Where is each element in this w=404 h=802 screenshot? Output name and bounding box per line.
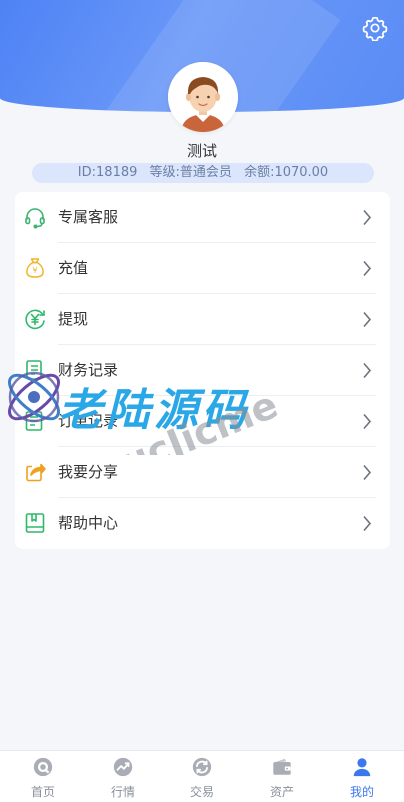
tab-trade[interactable]: 交易	[162, 751, 242, 802]
svg-text:¥: ¥	[32, 266, 37, 275]
yuan-withdraw-icon	[25, 309, 45, 330]
home-icon	[33, 757, 53, 777]
tab-label: 首页	[30, 785, 55, 799]
tab-assets[interactable]: 资产	[242, 751, 322, 802]
chevron-right-icon	[363, 413, 372, 430]
user-icon	[353, 758, 371, 777]
menu-label: 专属客服	[58, 208, 119, 226]
menu-card: 专属客服 ¥ 充值 提现 财务记录 订单记录 我要分享 帮助中心	[15, 192, 390, 549]
balance: 余额:1070.00	[244, 165, 329, 180]
tab-home[interactable]: 首页	[3, 751, 83, 802]
trend-icon	[113, 757, 133, 777]
menu-item-recharge[interactable]: ¥ 充值	[15, 243, 390, 294]
menu-label: 帮助中心	[58, 514, 119, 532]
user-id: ID:18189	[77, 165, 138, 180]
menu-label: 订单记录	[58, 412, 119, 430]
wallet-icon	[273, 758, 291, 775]
menu-item-finance-records[interactable]: 财务记录	[15, 345, 390, 396]
chevron-right-icon	[363, 515, 372, 532]
tab-mine[interactable]: 我的	[322, 751, 402, 802]
exchange-icon	[192, 757, 212, 777]
nickname: 测试	[186, 142, 217, 160]
member-level: 等级:普通会员	[149, 165, 232, 180]
headset-icon	[25, 208, 45, 229]
menu-item-withdraw[interactable]: 提现	[15, 294, 390, 345]
chevron-right-icon	[363, 464, 372, 481]
chevron-right-icon	[363, 209, 372, 226]
chevron-right-icon	[363, 362, 372, 379]
avatar[interactable]	[168, 62, 238, 132]
account-info-bar: ID:18189 等级:普通会员 余额:1070.00	[32, 163, 374, 183]
chevron-right-icon	[363, 311, 372, 328]
menu-label: 我要分享	[58, 463, 119, 481]
menu-item-share[interactable]: 我要分享	[15, 447, 390, 498]
chevron-right-icon	[363, 260, 372, 277]
order-list-icon	[25, 411, 43, 431]
money-bag-icon: ¥	[26, 258, 44, 278]
tab-market[interactable]: 行情	[83, 751, 163, 802]
bottom-tab-bar: 首页 行情 交易 资产 我的	[0, 750, 404, 802]
menu-item-customer-service[interactable]: 专属客服	[15, 192, 390, 243]
menu-label: 财务记录	[58, 361, 119, 379]
menu-item-help-center[interactable]: 帮助中心	[15, 498, 390, 549]
share-icon	[26, 463, 46, 482]
tab-label: 资产	[269, 785, 294, 799]
gear-icon[interactable]	[362, 15, 388, 41]
menu-label: 提现	[58, 310, 89, 328]
help-book-icon	[25, 513, 45, 533]
tab-label: 我的	[349, 785, 374, 799]
finance-doc-icon	[26, 360, 42, 380]
avatar-illustration	[168, 62, 238, 132]
menu-label: 充值	[58, 259, 89, 277]
tab-label: 行情	[110, 785, 135, 799]
tab-label: 交易	[189, 785, 214, 799]
menu-item-order-records[interactable]: 订单记录	[15, 396, 390, 447]
